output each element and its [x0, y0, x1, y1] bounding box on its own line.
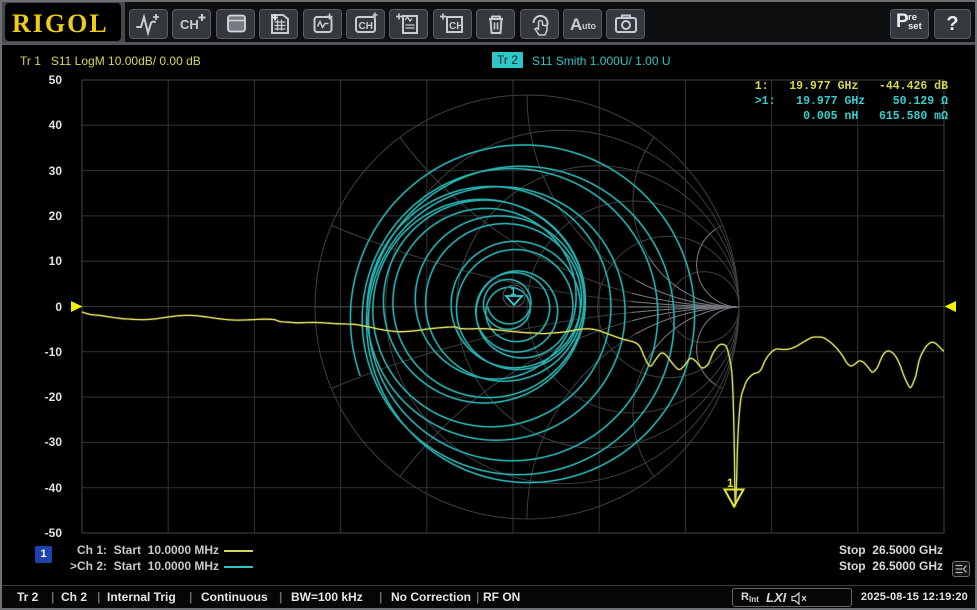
svg-text:CH: CH [449, 21, 463, 32]
svg-text:A: A [570, 15, 582, 34]
svg-text:CH: CH [180, 17, 199, 32]
svg-text:CH: CH [358, 21, 372, 32]
svg-text:uto: uto [582, 21, 596, 31]
